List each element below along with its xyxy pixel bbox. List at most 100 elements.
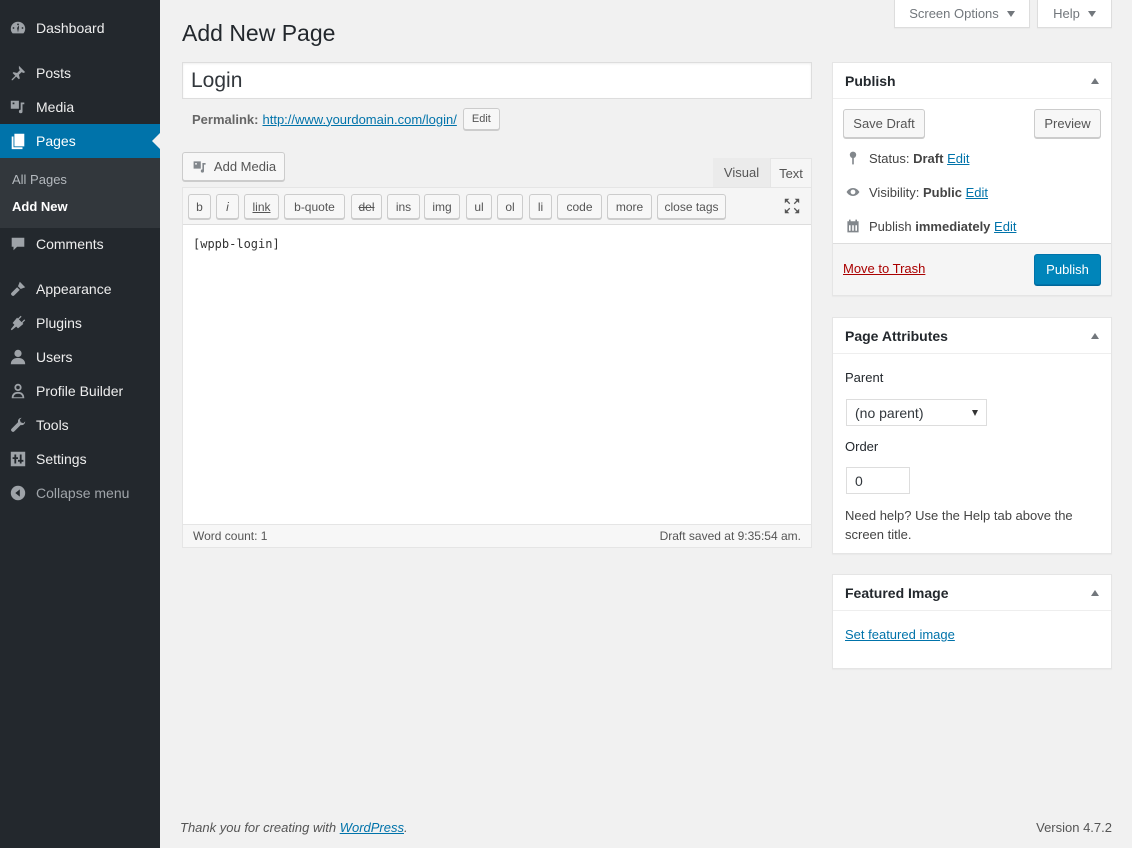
permalink-edit-button[interactable]: Edit [462,108,500,130]
collapse-toggle-icon[interactable] [1091,77,1099,84]
page-title: Add New Page [182,20,336,46]
edit-schedule-link[interactable]: Edit [994,219,1016,234]
page-attributes-header[interactable]: Page Attributes [833,318,1111,354]
parent-select[interactable]: (no parent) [846,399,987,426]
parent-select-value: (no parent) [855,404,924,421]
edit-status-link[interactable]: Edit [947,151,969,166]
plugin-icon [8,313,28,333]
qt-code-button[interactable]: code [557,194,602,219]
page-attributes-title: Page Attributes [845,327,948,344]
settings-icon [8,449,28,469]
sidebar-item-media[interactable]: Media [0,90,160,124]
pages-submenu: All Pages Add New [0,158,160,228]
eye-icon [846,188,860,196]
publish-button[interactable]: Publish [1034,254,1101,285]
order-input[interactable] [846,467,910,494]
visibility-row: Visibility: Public Edit [845,184,988,200]
sidebar-item-label: Settings [36,451,87,467]
visibility-label: Visibility: [869,184,920,200]
admin-sidebar: Dashboard Posts Media Pages All Pages Ad… [0,0,160,848]
sidebar-item-label: Appearance [36,281,112,297]
qt-bquote-button[interactable]: b-quote [284,194,345,219]
featured-image-header[interactable]: Featured Image [833,575,1111,611]
status-value: Draft [913,150,944,166]
sidebar-item-pages[interactable]: Pages [0,124,160,158]
editor-status-bar: Word count: 1 Draft saved at 9:35:54 am. [183,524,811,547]
collapse-menu-label: Collapse menu [36,485,130,501]
move-to-trash-link[interactable]: Move to Trash [843,261,925,276]
schedule-value: immediately [915,218,991,234]
tab-visual[interactable]: Visual [713,158,770,187]
publish-actions: Move to Trash Publish [833,243,1111,295]
media-icon [193,160,206,173]
qt-li-button[interactable]: li [529,194,552,219]
featured-image-box: Featured Image Set featured image [832,574,1112,669]
sidebar-item-label: Plugins [36,315,82,331]
text-editor: b i link b-quote del ins img ul ol li co… [182,187,812,548]
set-featured-image-link[interactable]: Set featured image [845,627,955,642]
collapse-toggle-icon[interactable] [1091,332,1099,339]
sidebar-item-profile-builder[interactable]: Profile Builder [0,374,160,408]
word-count: Word count: 1 [193,529,268,543]
fullscreen-icon[interactable] [783,197,801,215]
wordpress-link[interactable]: WordPress [340,820,404,835]
sidebar-item-dashboard[interactable]: Dashboard [0,11,160,45]
qt-ol-button[interactable]: ol [497,194,523,219]
chevron-down-icon [1006,10,1015,17]
qt-ul-button[interactable]: ul [466,194,492,219]
qt-ins-button[interactable]: ins [387,194,420,219]
schedule-label: Publish [869,218,912,234]
permalink-label: Permalink: [192,111,259,127]
quicktags-toolbar: b i link b-quote del ins img ul ol li co… [183,188,811,225]
page-attributes-box: Page Attributes Parent (no parent) Order… [832,317,1112,554]
publish-box-header[interactable]: Publish [833,63,1111,99]
publish-box-title: Publish [845,72,896,89]
help-button[interactable]: Help [1037,0,1112,28]
post-title-input[interactable] [182,62,812,99]
submenu-add-new[interactable]: Add New [12,199,68,214]
sidebar-item-appearance[interactable]: Appearance [0,272,160,306]
sidebar-item-label: Profile Builder [36,383,124,399]
footer-version: Version 4.7.2 [1036,820,1112,835]
sidebar-item-label: Users [36,349,73,365]
tab-text[interactable]: Text [770,158,812,187]
qt-bold-button[interactable]: b [188,194,211,219]
preview-button[interactable]: Preview [1034,109,1101,138]
status-label: Status: [869,150,910,166]
sidebar-item-plugins[interactable]: Plugins [0,306,160,340]
save-draft-button[interactable]: Save Draft [843,109,925,138]
collapse-menu-button[interactable]: Collapse menu [0,476,160,510]
chevron-down-icon [972,409,978,416]
footer-period: . [404,820,408,835]
screen-options-label: Screen Options [909,6,999,21]
submenu-all-pages[interactable]: All Pages [12,172,67,187]
sidebar-item-posts[interactable]: Posts [0,56,160,90]
qt-img-button[interactable]: img [424,194,460,219]
qt-del-button[interactable]: del [351,194,382,219]
sidebar-item-users[interactable]: Users [0,340,160,374]
add-media-button[interactable]: Add Media [182,152,285,181]
permalink-row: Permalink: http://www.yourdomain.com/log… [192,108,500,130]
screen-options-button[interactable]: Screen Options [894,0,1030,28]
sidebar-item-settings[interactable]: Settings [0,442,160,476]
pages-icon [8,131,28,151]
content-textarea[interactable]: [wppb-login] [183,225,811,525]
media-icon [8,97,28,117]
qt-more-button[interactable]: more [607,194,652,219]
add-media-label: Add Media [213,159,277,174]
collapse-toggle-icon[interactable] [1091,589,1099,596]
sidebar-item-label: Media [36,99,75,115]
sidebar-item-tools[interactable]: Tools [0,408,160,442]
footer-thanks: Thank you for creating with WordPress. [180,820,408,835]
comment-icon [8,234,28,254]
edit-visibility-link[interactable]: Edit [966,185,988,200]
pin-icon [849,151,857,165]
publish-box: Publish Save Draft Preview Status: Draft… [832,62,1112,296]
qt-italic-button[interactable]: i [216,194,239,219]
help-label: Help [1053,6,1080,21]
qt-link-button[interactable]: link [244,194,279,219]
featured-image-title: Featured Image [845,584,949,601]
qt-close-tags-button[interactable]: close tags [657,194,726,219]
permalink-link[interactable]: http://www.yourdomain.com/login/ [262,112,456,127]
sidebar-item-comments[interactable]: Comments [0,227,160,261]
